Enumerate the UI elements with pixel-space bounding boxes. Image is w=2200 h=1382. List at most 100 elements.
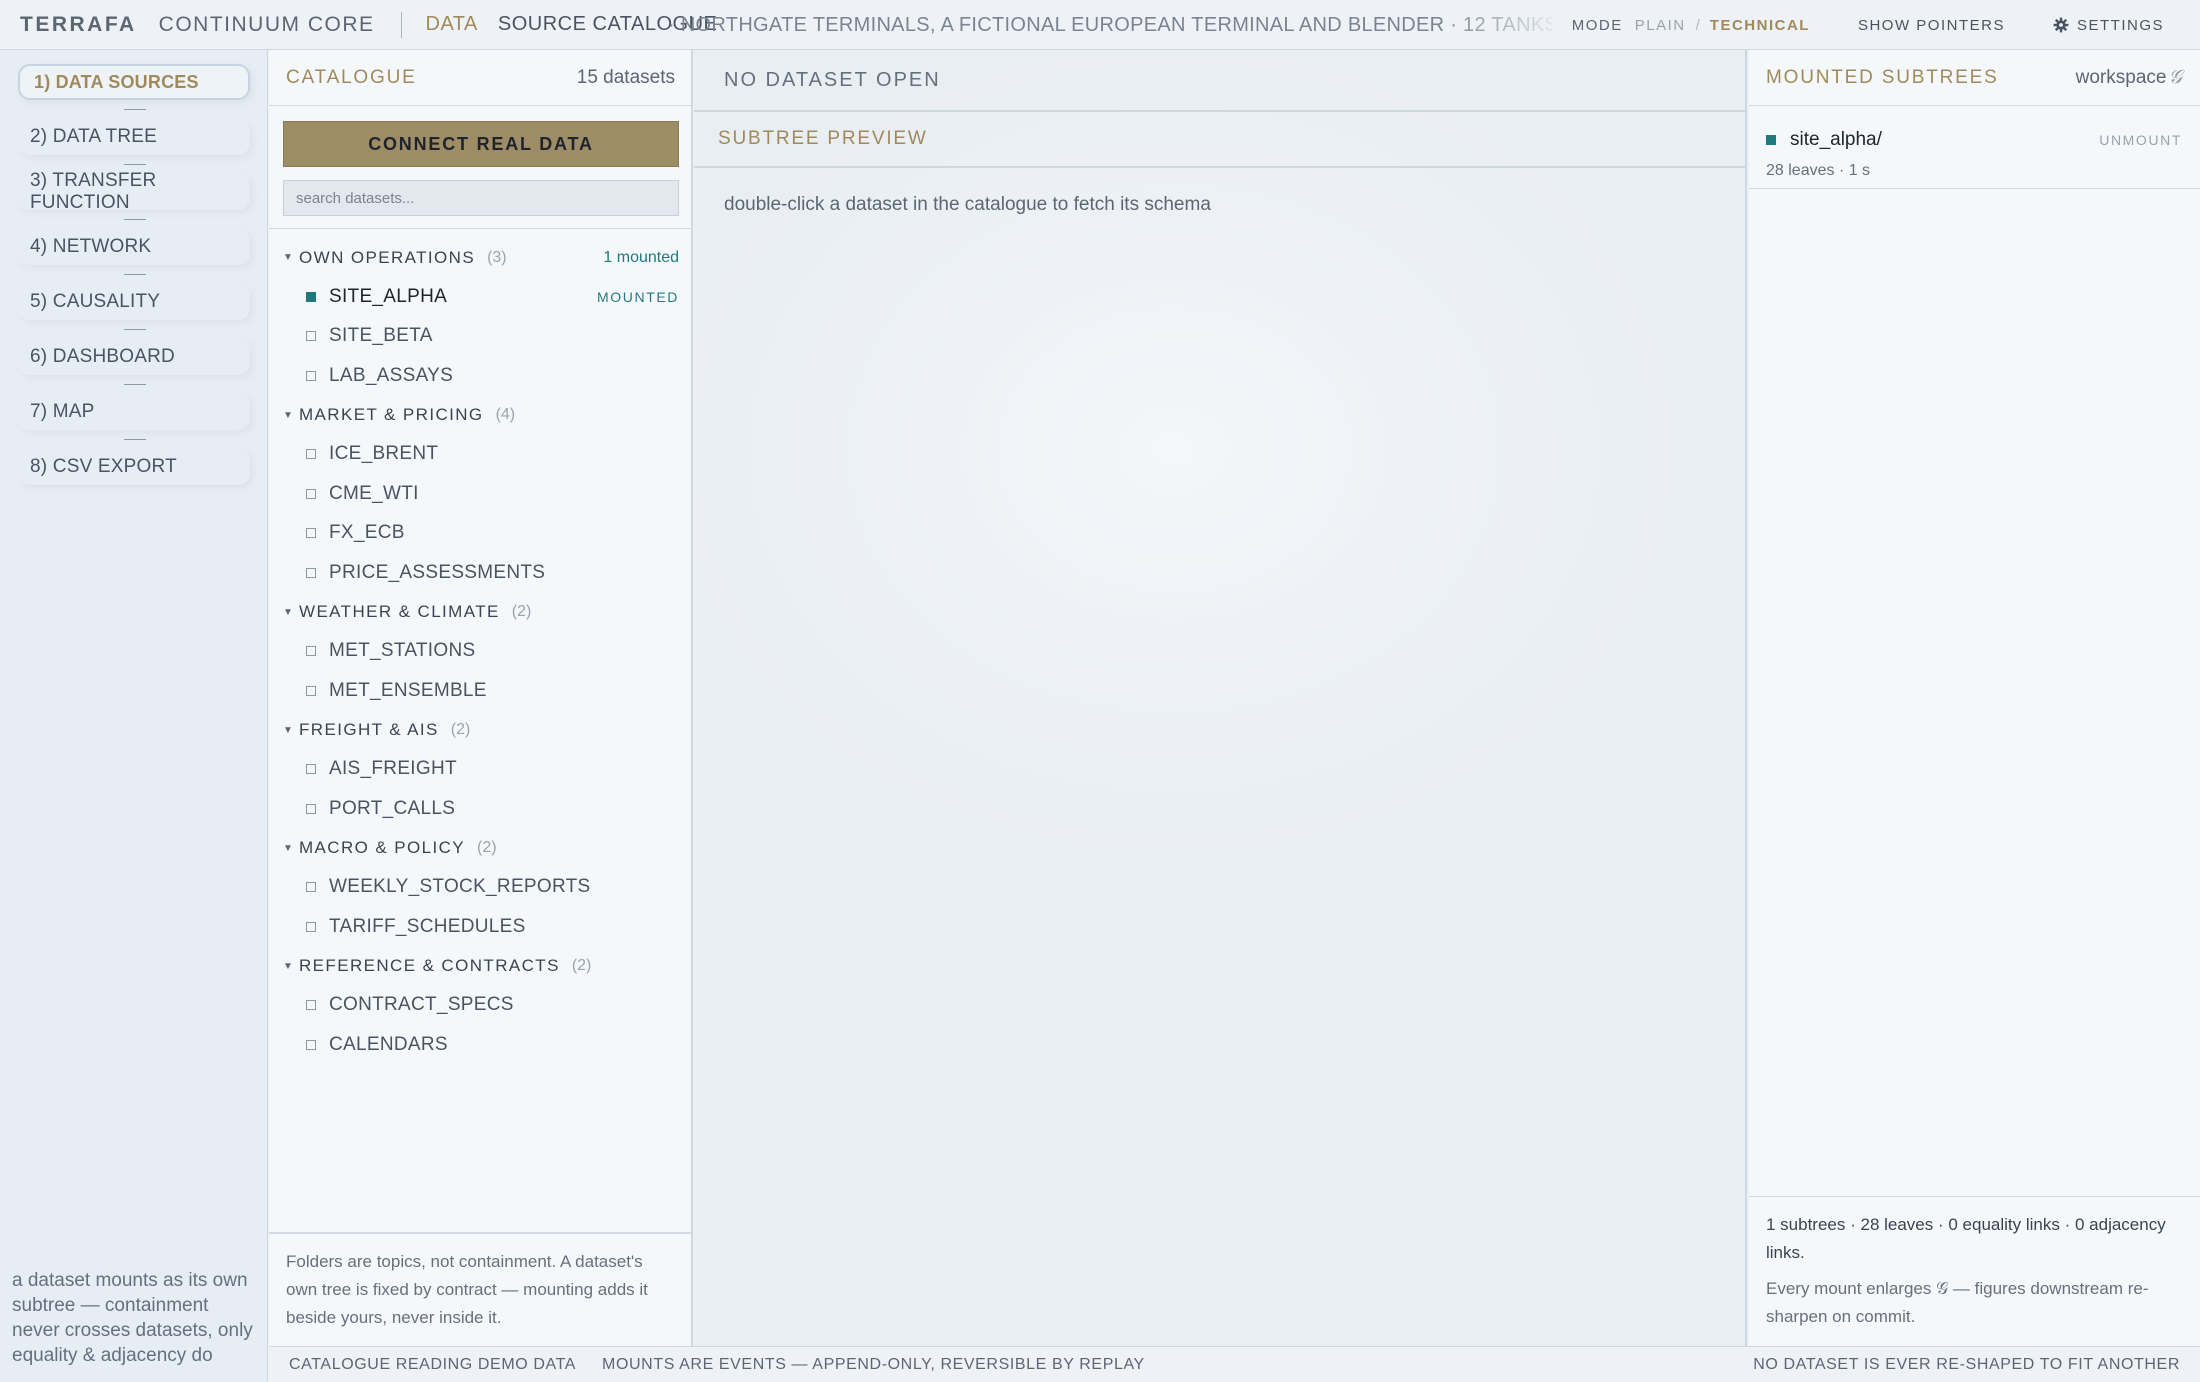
status-mount-policy: MOUNTS ARE EVENTS — APPEND-ONLY, REVERSI… [602,1355,1145,1373]
unmounted-square-icon [306,567,316,578]
step-nav-list: 1) DATA SOURCES 2) DATA TREE 3) TRANSFER… [18,64,250,485]
nav-item-label: 7) MAP [30,401,95,422]
mounted-subtrees-header: MOUNTED SUBTREES workspace 𝒢 [1749,50,2200,106]
nav-item-network[interactable]: 4) NETWORK [18,229,250,265]
catalogue-header: CATALOGUE 15 datasets [269,50,691,106]
dataset-name: TARIFF_SCHEDULES [329,915,526,937]
brand-logo[interactable]: TERRAFA [20,13,137,37]
catalogue-title: CATALOGUE [286,66,417,88]
folder-count: (2) [450,721,471,738]
nav-footnote: a dataset mounts as its own subtree — co… [12,1270,253,1366]
settings-label: SETTINGS [2076,16,2164,34]
dataset-name: AIS_FREIGHT [329,758,457,780]
mount-name: site_alpha/ [1790,129,1882,150]
caret-down-icon: ▼ [283,960,293,972]
dataset-name: MET_STATIONS [329,640,476,662]
dataset-name: PRICE_ASSESSMENTS [329,561,546,583]
status-catalogue-source: CATALOGUE READING DEMO DATA [289,1355,577,1373]
product-name: CONTINUUM CORE [158,12,375,36]
nav-item-data-tree[interactable]: 2) DATA TREE [18,119,250,155]
caret-down-icon: ▼ [283,252,293,263]
folder-name: REFERENCE & CONTRACTS [299,956,560,975]
dataset-item-weekly-stock-reports[interactable]: WEEKLY_STOCK_REPORTS [283,868,679,908]
nav-item-label: 6) DASHBOARD [30,346,175,367]
unmounted-square-icon [306,882,316,893]
mount-meta: 28 leaves · 1 s [1766,162,1871,179]
mount-item-site-alpha[interactable]: site_alpha/ UNMOUNT 28 leaves · 1 s [1749,118,2200,189]
folder-own-operations[interactable]: ▼ OWN OPERATIONS (3) 1 mounted [283,238,679,277]
folder-mounted-count: 1 mounted [603,248,679,266]
mount-row: site_alpha/ UNMOUNT [1766,128,2200,152]
mode-label: MODE [1571,16,1623,34]
folder-weather-climate[interactable]: ▼ WEATHER & CLIMATE (2) [283,593,679,632]
nav-item-transfer-function[interactable]: 3) TRANSFER FUNCTION [18,170,250,213]
breadcrumb-data[interactable]: DATA [426,13,478,36]
dataset-item-calendars[interactable]: CALENDARS [283,1025,679,1065]
breadcrumb-description-wrap: · NORTHGATE TERMINALS, A FICTIONAL EUROP… [668,0,1568,49]
status-bar: CATALOGUE READING DEMO DATA MOUNTS ARE E… [269,1346,2200,1382]
dataset-item-site-beta[interactable]: SITE_BETA [283,317,679,357]
unmounted-square-icon [306,685,316,696]
unmounted-square-icon [306,331,316,342]
unmount-button[interactable]: UNMOUNT [2099,132,2182,148]
folder-reference-contracts[interactable]: ▼ REFERENCE & CONTRACTS (2) [283,947,679,986]
folder-market-pricing[interactable]: ▼ MARKET & PRICING (4) [283,396,679,435]
nav-item-causality[interactable]: 5) CAUSALITY [18,284,250,320]
caret-down-icon: ▼ [283,606,293,618]
folder-name: WEATHER & CLIMATE [299,602,500,621]
dataset-item-tariff-schedules[interactable]: TARIFF_SCHEDULES [283,907,679,947]
nav-connector [18,100,250,119]
dataset-name: SITE_BETA [329,325,433,347]
dataset-item-met-stations[interactable]: MET_STATIONS [283,632,679,672]
mounted-badge: MOUNTED [597,288,679,305]
search-datasets-input[interactable] [283,180,679,216]
folder-macro-policy[interactable]: ▼ MACRO & POLICY (2) [283,829,679,868]
unmounted-square-icon [306,646,316,657]
catalogue-footnote: Folders are topics, not containment. A d… [269,1232,691,1346]
folder-name: OWN OPERATIONS [299,247,476,267]
topbar-controls: MODE PLAIN / TECHNICAL SHOW POINTERS SET… [1551,0,2200,49]
unmounted-square-icon [306,764,316,775]
nav-connector [18,210,250,229]
nav-item-data-sources[interactable]: 1) DATA SOURCES [18,64,250,100]
nav-item-label: 1) DATA SOURCES [34,71,199,92]
settings-button[interactable]: SETTINGS [2053,17,2164,34]
dataset-item-price-assessments[interactable]: PRICE_ASSESSMENTS [283,553,679,593]
folder-name: FREIGHT & AIS [299,720,439,739]
dataset-item-ice-brent[interactable]: ICE_BRENT [283,435,679,475]
nav-item-label: 4) NETWORK [30,236,152,257]
show-pointers-button[interactable]: SHOW POINTERS [1858,17,2005,34]
left-nav: 1) DATA SOURCES 2) DATA TREE 3) TRANSFER… [0,50,268,1382]
nav-connector [18,430,250,449]
folder-count: (2) [511,603,532,620]
dataset-item-cme-wti[interactable]: CME_WTI [283,474,679,514]
nav-connector [18,375,250,394]
mode-technical-option[interactable]: TECHNICAL [1710,17,1810,34]
divider [269,228,691,229]
graph-glyph-icon: 𝒢 [2168,66,2182,88]
dataset-item-contract-specs[interactable]: CONTRACT_SPECS [283,986,679,1026]
nav-item-map[interactable]: 7) MAP [18,394,250,430]
unmounted-square-icon [306,1000,316,1011]
folder-freight-ais[interactable]: ▼ FREIGHT & AIS (2) [283,711,679,750]
dataset-name: ICE_BRENT [329,443,439,465]
caret-down-icon: ▼ [283,724,293,736]
dataset-item-site-alpha[interactable]: SITE_ALPHA MOUNTED [283,277,679,317]
dataset-item-met-ensemble[interactable]: MET_ENSEMBLE [283,671,679,711]
nav-item-dashboard[interactable]: 6) DASHBOARD [18,339,250,375]
dataset-item-fx-ecb[interactable]: FX_ECB [283,514,679,554]
mode-plain-option[interactable]: PLAIN [1635,17,1686,34]
dataset-item-lab-assays[interactable]: LAB_ASSAYS [283,356,679,396]
nav-connector [18,320,250,339]
dataset-item-port-calls[interactable]: PORT_CALLS [283,789,679,829]
status-reshape-policy: NO DATASET IS EVER RE-SHAPED TO FIT ANOT… [1753,1355,2180,1373]
mount-stats: 1 subtrees · 28 leaves · 0 equality link… [1766,1215,2166,1262]
viewer-header: NO DATASET OPEN [694,50,1745,112]
nav-item-csv-export[interactable]: 8) CSV EXPORT [18,449,250,485]
connect-real-data-button[interactable]: CONNECT REAL DATA [283,121,679,167]
nav-connector [18,155,250,174]
mounted-square-icon [1766,135,1776,145]
nav-connector [18,265,250,284]
top-bar: TERRAFA CONTINUUM CORE DATA SOURCE CATAL… [0,0,2200,50]
dataset-item-ais-freight[interactable]: AIS_FREIGHT [283,750,679,790]
